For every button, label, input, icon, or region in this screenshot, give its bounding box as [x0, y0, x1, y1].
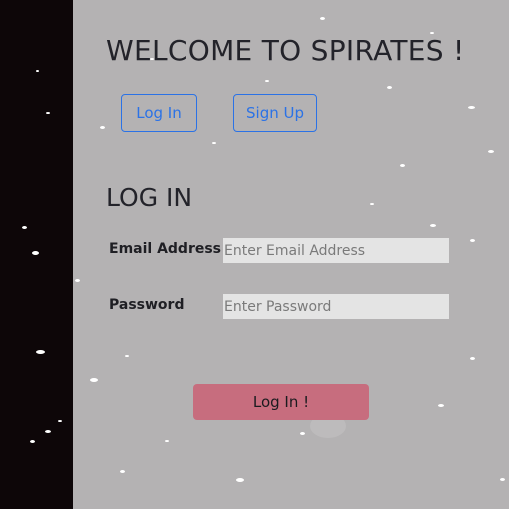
star-dot	[212, 142, 216, 144]
star-dot	[400, 164, 405, 167]
email-label: Email Address	[109, 241, 222, 257]
star-dot	[370, 203, 374, 205]
star-dot	[125, 355, 129, 357]
star-dot	[468, 106, 475, 109]
star-dot	[75, 279, 80, 282]
password-field[interactable]	[223, 294, 449, 319]
star-dot	[265, 80, 269, 82]
star-dot	[387, 86, 392, 89]
star-dot	[46, 112, 50, 114]
email-field[interactable]	[223, 238, 449, 263]
login-section-title: LOG IN	[106, 183, 193, 212]
star-dot	[32, 251, 39, 255]
login-tab-button[interactable]: Log In	[121, 94, 197, 132]
star-dot	[120, 470, 125, 473]
star-dot	[30, 440, 35, 443]
star-dot	[470, 357, 475, 360]
star-dot	[488, 150, 494, 153]
star-dot	[36, 350, 45, 354]
star-dot	[45, 430, 51, 433]
star-dot	[300, 432, 305, 435]
signup-tab-button[interactable]: Sign Up	[233, 94, 317, 132]
star-dot	[470, 239, 475, 242]
star-dot	[430, 224, 436, 227]
star-dot	[320, 17, 325, 20]
star-dot	[500, 478, 505, 481]
star-dot	[165, 440, 169, 442]
star-dot	[438, 404, 444, 407]
star-dot	[36, 70, 39, 72]
page-title: WELCOME TO SPIRATES !	[106, 34, 465, 67]
login-submit-button[interactable]: Log In !	[193, 384, 369, 420]
password-label: Password	[109, 297, 185, 313]
star-dot	[100, 126, 105, 129]
star-dot	[58, 420, 62, 422]
star-dot	[90, 378, 98, 382]
page-background: WELCOME TO SPIRATES ! Log In Sign Up LOG…	[0, 0, 509, 509]
star-dot	[22, 226, 27, 229]
star-dot	[236, 478, 244, 482]
